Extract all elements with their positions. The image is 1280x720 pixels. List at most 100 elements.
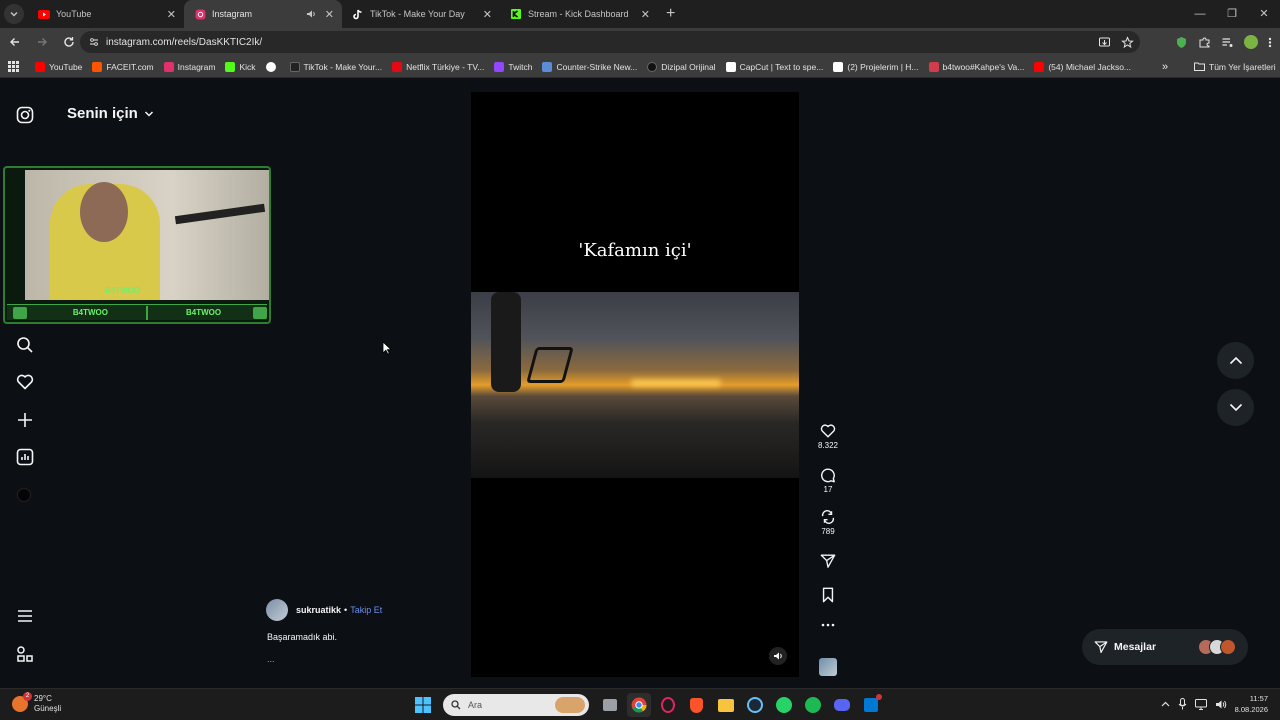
more-vertical-icon[interactable]: [1268, 36, 1272, 49]
arrow-left-icon: [10, 38, 19, 46]
tab-kick[interactable]: Stream - Kick Dashboard ✕: [500, 0, 658, 28]
bookmark-netflix[interactable]: Netflix Türkiye - TV...: [392, 61, 484, 72]
search-icon[interactable]: [16, 336, 34, 354]
url-text[interactable]: instagram.com/reels/DasKKTIC2Ik/: [106, 37, 262, 48]
bookmark-dizipal[interactable]: Dizipal Orijinal: [647, 61, 716, 72]
more-options-button[interactable]: [813, 623, 843, 629]
reload-button[interactable]: [57, 30, 81, 54]
apps-grid-icon[interactable]: [8, 61, 19, 72]
microphone-icon[interactable]: [1178, 698, 1187, 710]
mute-button[interactable]: [769, 647, 787, 665]
tab-instagram[interactable]: Instagram ✕: [184, 0, 342, 28]
bookmark-counter-strike[interactable]: Counter-Strike New...: [542, 61, 638, 72]
new-tab-button[interactable]: +: [666, 5, 675, 23]
browser-tab-strip: YouTube ✕ Instagram ✕ TikTok - Make Your…: [0, 0, 1280, 28]
microsoft-store-icon[interactable]: [859, 693, 883, 717]
bookmark-label: b4twoo#Kahpe's Va...: [942, 61, 1025, 72]
discord-icon[interactable]: [830, 693, 854, 717]
bookmark-b4twoo[interactable]: b4twoo#Kahpe's Va...: [928, 61, 1025, 72]
create-plus-icon[interactable]: [16, 411, 34, 429]
task-view-icon[interactable]: [598, 693, 622, 717]
author-username[interactable]: sukruatikk: [296, 605, 341, 615]
valorant-icon: [928, 61, 939, 72]
share-button[interactable]: [813, 553, 843, 571]
bookmark-tiktok[interactable]: TikTok - Make Your...: [289, 61, 382, 72]
all-bookmarks-folder[interactable]: Tüm Yer İşaretleri: [1194, 62, 1276, 72]
close-tab-icon[interactable]: ✕: [483, 8, 492, 21]
site-info-icon[interactable]: [88, 36, 100, 48]
close-tab-icon[interactable]: ✕: [641, 8, 650, 21]
chevron-up-icon: [1229, 356, 1242, 365]
chevron-down-icon: [10, 12, 18, 17]
media-control-icon[interactable]: [1221, 36, 1234, 49]
instagram-logo-icon[interactable]: [16, 106, 34, 124]
apps-icon[interactable]: [16, 645, 34, 663]
brave-icon[interactable]: [685, 693, 709, 717]
forward-button[interactable]: [30, 30, 54, 54]
close-window-icon[interactable]: ✕: [1248, 0, 1280, 28]
back-button[interactable]: [3, 30, 27, 54]
steam-icon[interactable]: [743, 693, 767, 717]
bookmark-label: Instagram: [177, 61, 216, 72]
address-bar[interactable]: instagram.com/reels/DasKKTIC2Ik/: [80, 31, 1140, 53]
reel-video[interactable]: 'Kafamın içi': [471, 92, 799, 677]
search-icon: [451, 700, 461, 710]
bookmark-faceit[interactable]: FACEIT.com: [92, 61, 154, 72]
messages-button[interactable]: Mesajlar: [1082, 629, 1248, 665]
network-icon[interactable]: [1194, 698, 1207, 710]
whatsapp-icon[interactable]: [772, 693, 796, 717]
close-tab-icon[interactable]: ✕: [167, 8, 176, 21]
install-app-icon[interactable]: [1098, 36, 1111, 49]
star-icon[interactable]: [1121, 35, 1134, 49]
chevron-up-icon[interactable]: [1161, 701, 1170, 707]
more-description-button[interactable]: ...: [267, 654, 275, 664]
follow-button[interactable]: Takip Et: [350, 605, 382, 615]
speaker-icon[interactable]: [306, 9, 316, 19]
bookmark-twitch[interactable]: Twitch: [494, 61, 532, 72]
menu-icon[interactable]: [16, 607, 34, 625]
taskbar-search[interactable]: Ara: [443, 694, 589, 716]
bookmark-capcut[interactable]: CapCut | Text to spe...: [725, 61, 823, 72]
heart-icon[interactable]: [16, 373, 34, 391]
reel-description: Başaramadık abi.: [267, 632, 338, 642]
comment-button[interactable]: 17: [813, 467, 843, 494]
bookmark-youtube[interactable]: YouTube: [35, 61, 82, 72]
weather-widget[interactable]: 2 29°C Güneşli: [12, 692, 61, 714]
bookmark-projelerim[interactable]: (2) Projelerim | H...: [833, 61, 919, 72]
bookmark-instagram[interactable]: Instagram: [163, 61, 216, 72]
bookmark-google[interactable]: [265, 61, 280, 72]
file-explorer-icon[interactable]: [714, 693, 738, 717]
audio-thumbnail[interactable]: [819, 658, 837, 676]
tab-search-button[interactable]: [4, 4, 24, 24]
next-reel-button[interactable]: [1217, 389, 1254, 426]
youtube-icon: [38, 8, 50, 20]
windows-start-icon[interactable]: [411, 693, 435, 717]
taskbar-clock[interactable]: 11:57 8.08.2026: [1235, 693, 1268, 715]
volume-icon[interactable]: [1215, 699, 1227, 710]
like-button[interactable]: 8.322: [813, 423, 843, 450]
profile-avatar[interactable]: [1244, 35, 1258, 49]
save-button[interactable]: [813, 587, 843, 605]
spotify-icon[interactable]: [801, 693, 825, 717]
tab-youtube[interactable]: YouTube ✕: [28, 0, 184, 28]
bookmark-label: FACEIT.com: [106, 61, 154, 72]
minimize-icon[interactable]: —: [1184, 0, 1216, 28]
restore-icon[interactable]: ❐: [1216, 0, 1248, 28]
feed-selector[interactable]: Senin için: [67, 105, 154, 122]
bookmark-label: Counter-Strike New...: [556, 61, 638, 72]
dashboard-icon[interactable]: [16, 448, 34, 466]
more-bookmarks-icon[interactable]: »: [1162, 61, 1168, 73]
chrome-icon[interactable]: [626, 693, 651, 717]
puzzle-icon[interactable]: [1198, 36, 1211, 49]
previous-reel-button[interactable]: [1217, 342, 1254, 379]
shield-icon[interactable]: [1175, 36, 1188, 49]
bookmark-kick[interactable]: Kick: [225, 61, 256, 72]
close-tab-icon[interactable]: ✕: [325, 8, 334, 21]
profile-avatar[interactable]: [17, 488, 31, 502]
search-placeholder: Ara: [468, 700, 483, 710]
opera-gx-icon[interactable]: [656, 693, 680, 717]
author-avatar[interactable]: [266, 599, 288, 621]
repost-button[interactable]: 789: [813, 509, 843, 536]
tab-tiktok[interactable]: TikTok - Make Your Day ✕: [342, 0, 500, 28]
bookmark-michael-jackson[interactable]: (54) Michael Jackso...: [1034, 61, 1131, 72]
